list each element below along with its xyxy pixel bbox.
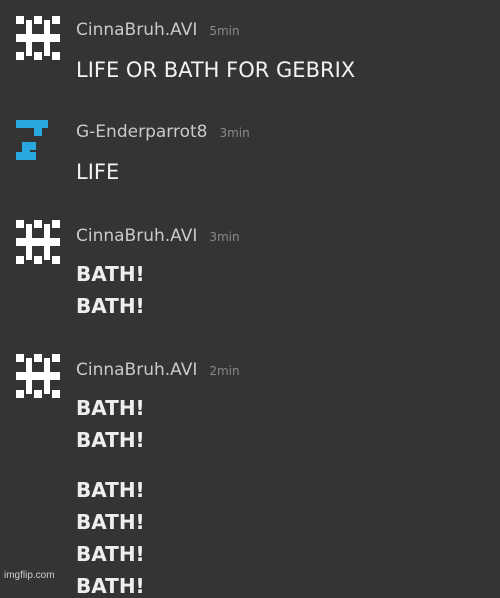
username-text[interactable]: G-Enderparrot8 <box>76 122 207 142</box>
username-text[interactable]: CinnaBruh.AVI <box>76 360 197 380</box>
message-text: LIFE OR BATH FOR GEBRIX <box>76 58 356 82</box>
hash-pixel-avatar-icon[interactable] <box>16 16 60 60</box>
timestamp: 5min <box>209 24 240 38</box>
message-text: BATH! <box>76 262 145 286</box>
message-text: BATH! <box>76 428 145 452</box>
blue-pixel-avatar-icon[interactable] <box>16 118 60 162</box>
hash-pixel-avatar-icon[interactable] <box>16 220 60 264</box>
username[interactable]: CinnaBruh.AVI 2min <box>76 360 240 380</box>
hash-pixel-avatar-icon[interactable] <box>16 354 60 398</box>
username-text[interactable]: CinnaBruh.AVI <box>76 226 197 246</box>
message-text: BATH! <box>76 396 145 420</box>
timestamp: 3min <box>219 126 250 140</box>
timestamp: 3min <box>209 230 240 244</box>
message-text: BATH! <box>76 574 145 598</box>
imgflip-watermark: imgflip.com <box>4 570 55 581</box>
message-text: LIFE <box>76 160 120 184</box>
username[interactable]: G-Enderparrot8 3min <box>76 122 250 142</box>
message-text: BATH! <box>76 294 145 318</box>
username[interactable]: CinnaBruh.AVI 5min <box>76 20 240 40</box>
message-text: BATH! <box>76 542 145 566</box>
username[interactable]: CinnaBruh.AVI 3min <box>76 226 240 246</box>
timestamp: 2min <box>209 364 240 378</box>
message-text: BATH! <box>76 478 145 502</box>
username-text[interactable]: CinnaBruh.AVI <box>76 20 197 40</box>
message-text: BATH! <box>76 510 145 534</box>
